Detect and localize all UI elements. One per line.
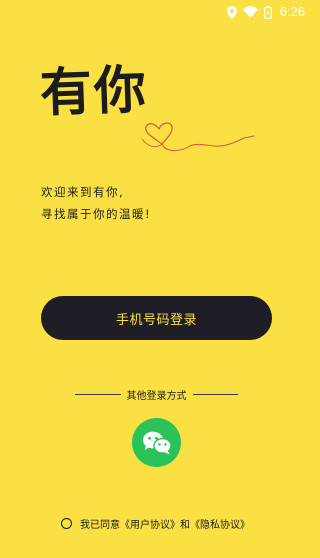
app-title: 有你 [38, 60, 149, 124]
status-bar: 6:26 [0, 0, 313, 24]
wechat-icon [142, 431, 172, 454]
welcome-line-1: 欢迎来到有你, [41, 185, 125, 199]
agreement-conjunction: 和 [180, 519, 190, 531]
other-login-label: 其他登录方式 [126, 390, 187, 402]
agreement-prefix: 我已同意 [80, 519, 120, 531]
status-icons: 6:26 [226, 3, 305, 21]
user-agreement-link[interactable]: 《用户协议》 [120, 520, 180, 531]
location-icon [226, 5, 237, 19]
welcome-line-2: 寻找属于你的温暖! [41, 207, 152, 221]
welcome-text: 欢迎来到有你, 寻找属于你的温暖! [41, 181, 151, 225]
agree-radio[interactable] [61, 517, 72, 529]
divider-line-right [192, 393, 238, 395]
heart-icon [141, 122, 255, 152]
wifi-icon [242, 6, 258, 18]
phone-login-button[interactable]: 手机号码登录 [41, 296, 272, 340]
brand-logo: 有你 [39, 60, 255, 164]
privacy-agreement-link[interactable]: 《隐私协议》 [190, 520, 250, 531]
divider-line-left [75, 393, 121, 395]
status-time: 6:26 [279, 4, 305, 19]
battery-icon [263, 5, 272, 19]
agreement-row: 我已同意《用户协议》和《隐私协议》 [61, 515, 250, 531]
agreement-text: 我已同意《用户协议》和《隐私协议》 [80, 516, 250, 531]
other-login-divider: 其他登录方式 [75, 386, 238, 402]
wechat-login-button[interactable] [132, 418, 181, 467]
